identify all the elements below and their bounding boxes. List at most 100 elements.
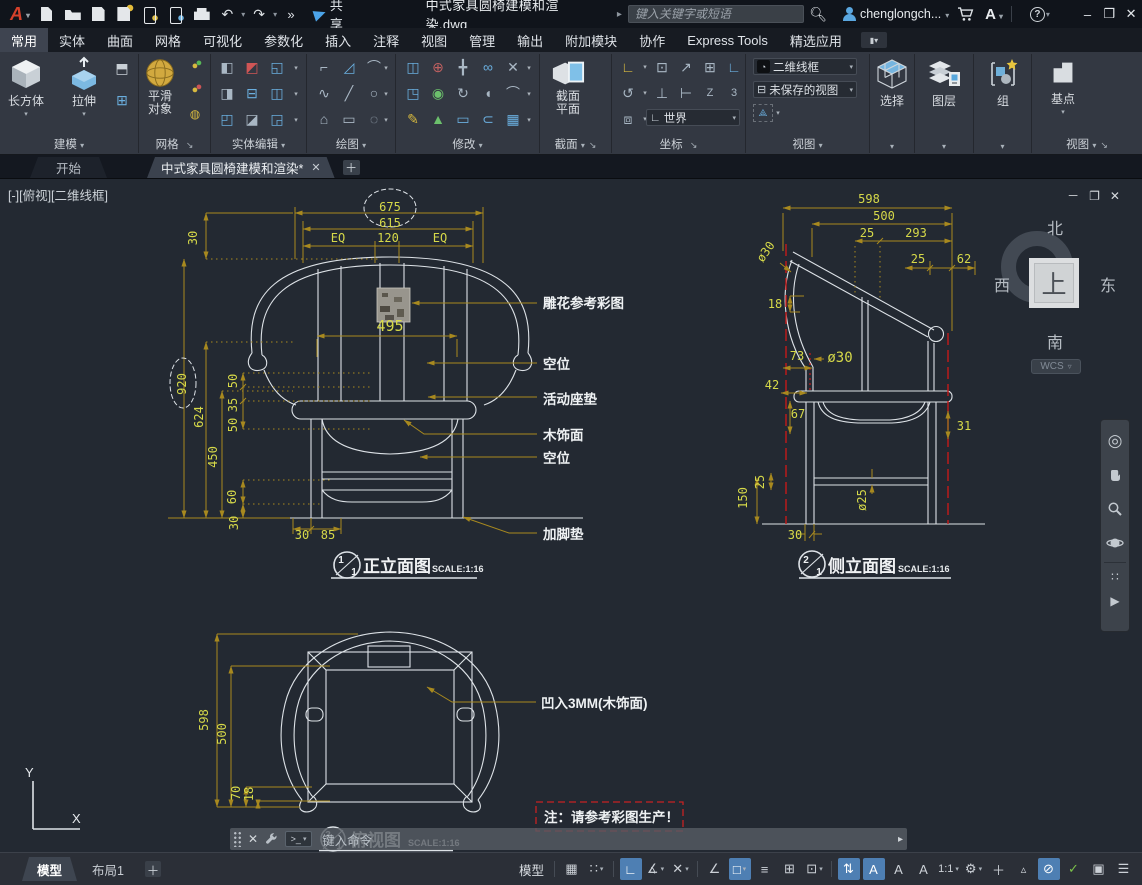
panel-label-selection[interactable]: ▾: [870, 140, 914, 152]
3d-align-icon[interactable]: [426, 55, 450, 79]
dynamic-ucs-icon[interactable]: [838, 858, 860, 880]
undo-dropdown[interactable]: ▾: [241, 10, 245, 19]
tab-surface[interactable]: 曲面: [96, 28, 144, 52]
intersect-icon[interactable]: [215, 107, 239, 131]
object-snap-icon[interactable]: ▾: [729, 858, 751, 880]
tab-parametric[interactable]: 参数化: [253, 28, 314, 52]
tab-insert[interactable]: 插入: [314, 28, 362, 52]
dynamic-input-icon[interactable]: [863, 858, 885, 880]
taper-faces-icon[interactable]: [265, 107, 289, 131]
ucs-icon-display-icon[interactable]: [616, 107, 640, 131]
slice-icon[interactable]: [240, 55, 264, 79]
file-tab-start[interactable]: 开始: [30, 157, 107, 178]
panel-label-solid-editing[interactable]: 实体编辑 ▾: [211, 136, 306, 152]
mesh-smooth-less-icon[interactable]: [183, 78, 207, 102]
mirror-icon[interactable]: [401, 55, 425, 79]
ucs-face-icon[interactable]: [650, 81, 674, 105]
interfere-icon[interactable]: [240, 107, 264, 131]
steering-wheel-icon[interactable]: ◎: [1102, 424, 1128, 458]
user-account-button[interactable]: chenglongch...: [860, 7, 949, 21]
ucs-object-icon[interactable]: [674, 81, 698, 105]
title-expand-icon[interactable]: ▸: [617, 9, 622, 20]
search-input[interactable]: [628, 5, 804, 23]
wcs-menu[interactable]: WCS: [1031, 359, 1081, 374]
customize-wrench-icon[interactable]: [264, 832, 279, 847]
model-tab[interactable]: 模型: [22, 857, 77, 881]
pan-hand-icon[interactable]: [1102, 458, 1128, 492]
redo-dropdown[interactable]: ▾: [273, 10, 277, 19]
extract-edges-icon[interactable]: [265, 55, 289, 79]
redo-icon[interactable]: [248, 4, 270, 24]
orbit-icon[interactable]: [1102, 526, 1128, 560]
annotation-scale-button[interactable]: 1:1▾: [938, 858, 960, 880]
trim-icon[interactable]: [501, 55, 525, 79]
box-button[interactable]: 长方体▾: [8, 56, 44, 118]
scale-icon[interactable]: [426, 107, 450, 131]
panel-label-coordinates[interactable]: 坐标 ↘: [612, 136, 745, 152]
tab-manage[interactable]: 管理: [458, 28, 506, 52]
chamfer-icon[interactable]: [501, 81, 525, 105]
panel-label-modify[interactable]: 修改 ▾: [396, 136, 539, 152]
ucs-origin-icon[interactable]: [674, 55, 698, 79]
tab-home[interactable]: 常用: [0, 28, 48, 52]
save-icon[interactable]: [88, 4, 110, 24]
smooth-object-button[interactable]: 平滑 对象: [143, 56, 177, 116]
tab-view[interactable]: 视图: [410, 28, 458, 52]
array-icon[interactable]: [501, 107, 525, 131]
viewport-window-controls[interactable]: －❐✕: [1067, 187, 1130, 204]
graphics-performance-icon[interactable]: [1063, 858, 1085, 880]
ucs-world-icon[interactable]: [722, 55, 746, 79]
viewcube-south[interactable]: 南: [1043, 329, 1067, 353]
save-to-web-mobile-icon[interactable]: [165, 4, 187, 24]
panel-label-modeling[interactable]: 建模 ▾: [0, 136, 138, 152]
annotation-monitor-icon[interactable]: [988, 858, 1010, 880]
thicken-icon[interactable]: [240, 81, 264, 105]
panel-label-draw[interactable]: 绘图 ▾: [307, 136, 395, 152]
minimize-button[interactable]: –: [1077, 7, 1099, 22]
group-button[interactable]: 组: [985, 56, 1021, 109]
ucs-axes-icon[interactable]: Y X: [25, 765, 81, 829]
tab-featured-apps[interactable]: 精选应用: [779, 28, 853, 52]
autodesk-apps-icon[interactable]: A: [985, 6, 1003, 23]
extrude-button[interactable]: 拉伸▾: [66, 56, 102, 118]
named-view-combo[interactable]: ⊟ 未保存的视图 ▾: [753, 81, 857, 98]
copy-icon[interactable]: [476, 55, 500, 79]
presspull-icon[interactable]: [110, 88, 134, 112]
open-file-icon[interactable]: [62, 4, 84, 24]
stretch-icon[interactable]: [451, 107, 475, 131]
panel-label-layers[interactable]: ▾: [915, 140, 973, 152]
ucs-z-axis-icon[interactable]: [698, 81, 722, 105]
model-space-indicator[interactable]: 模型: [519, 860, 544, 879]
command-line-close-icon[interactable]: ✕: [248, 832, 258, 846]
panel-label-section[interactable]: 截面 ▾↘: [540, 136, 611, 152]
viewcube[interactable]: 北 西 东 南 上 WCS: [995, 211, 1120, 383]
fillet-edge-icon[interactable]: [401, 81, 425, 105]
mesh-refine-icon[interactable]: [183, 54, 207, 78]
snap-mode-icon[interactable]: ▾: [586, 858, 608, 880]
tab-output[interactable]: 输出: [506, 28, 554, 52]
close-button[interactable]: ✕: [1120, 6, 1142, 22]
transparency-icon[interactable]: [779, 858, 801, 880]
ucs-combo[interactable]: ∟ 世界 ▾: [646, 109, 740, 126]
viewcube-west[interactable]: 西: [990, 272, 1014, 296]
3d-rotate-gizmo-icon[interactable]: [426, 81, 450, 105]
panel-label-view2[interactable]: 视图 ▾↘: [1032, 136, 1142, 152]
search-icon[interactable]: 🔍︎: [809, 6, 827, 23]
3d-object-snap-icon[interactable]: ▾: [804, 858, 826, 880]
panel-label-mesh[interactable]: 网格 ↘: [139, 136, 210, 152]
view-manager-icon[interactable]: [753, 104, 773, 122]
new-layout-icon[interactable]: ＋: [145, 861, 161, 877]
lineweight-icon[interactable]: [754, 858, 776, 880]
viewport-controls[interactable]: [-][俯视][二维线框]: [8, 185, 108, 204]
ucs-icon[interactable]: [616, 55, 640, 79]
ucs-view-icon[interactable]: [698, 55, 722, 79]
clean-screen-icon[interactable]: [1088, 858, 1110, 880]
move-icon[interactable]: [451, 55, 475, 79]
rotate-icon[interactable]: [451, 81, 475, 105]
workspace-switching-icon[interactable]: ▾: [963, 858, 985, 880]
plot-icon[interactable]: [191, 4, 213, 24]
polar-tracking-icon[interactable]: ▾: [645, 858, 667, 880]
tab-express-tools[interactable]: Express Tools: [676, 28, 779, 52]
undo-icon[interactable]: [216, 4, 238, 24]
isometric-drafting-icon[interactable]: ▾: [670, 858, 692, 880]
